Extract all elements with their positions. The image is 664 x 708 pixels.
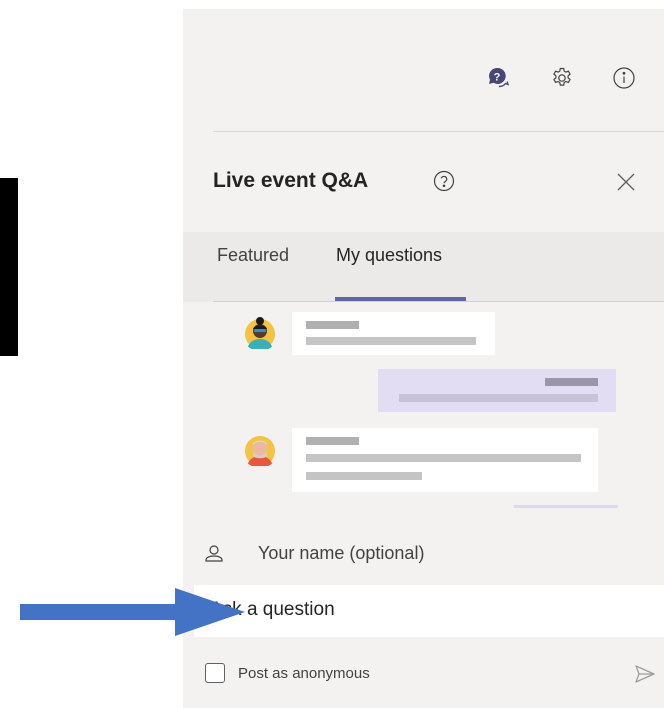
qa-chat-icon[interactable]: ? (486, 66, 510, 88)
list-item (292, 428, 598, 492)
list-item (378, 369, 616, 412)
tab-featured[interactable]: Featured (217, 245, 289, 266)
avatar (241, 430, 279, 468)
send-icon[interactable] (634, 664, 656, 684)
panel-title: Live event Q&A (213, 169, 369, 192)
avatar (241, 313, 279, 351)
list-item-partial (514, 505, 618, 508)
annotation-arrow (20, 588, 245, 636)
close-icon[interactable] (616, 172, 636, 192)
anonymous-label[interactable]: Post as anonymous (238, 665, 370, 682)
svg-text:?: ? (494, 72, 501, 84)
header-divider (213, 131, 664, 132)
tabs-divider (213, 301, 664, 302)
person-icon (203, 543, 225, 565)
settings-gear-icon[interactable] (550, 66, 572, 88)
help-icon[interactable] (433, 170, 455, 192)
list-item (292, 312, 495, 355)
name-input[interactable]: Your name (optional) (258, 543, 424, 564)
black-mask (0, 178, 18, 356)
info-icon[interactable] (612, 66, 635, 89)
tabs-bar (183, 232, 664, 302)
anonymous-checkbox[interactable] (205, 663, 225, 683)
tab-my-questions[interactable]: My questions (336, 245, 442, 266)
